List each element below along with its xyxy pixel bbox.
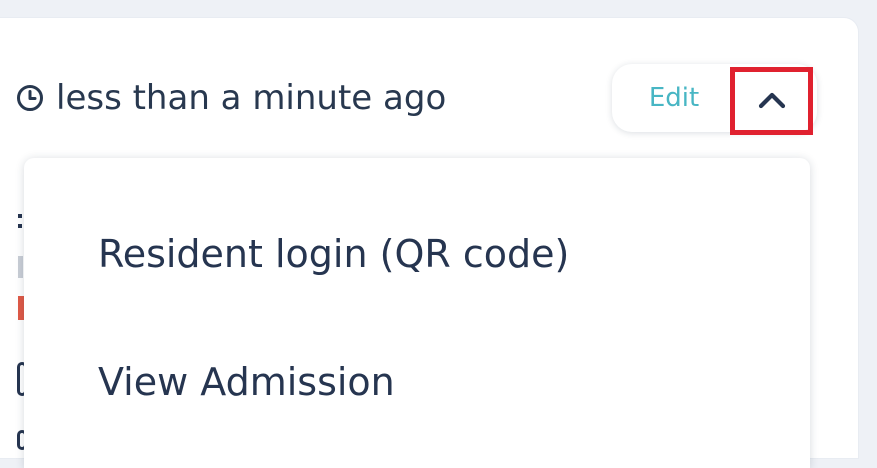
actions-dropdown: Resident login (QR code) View Admission [24,158,810,468]
card-actions: Edit [612,64,817,135]
menu-item-view-admission[interactable]: View Admission [98,360,395,404]
background-text-fragment [18,256,23,278]
collapse-menu-button[interactable] [730,67,813,135]
timestamp-text: less than a minute ago [56,78,447,118]
clock-icon [16,84,44,112]
background-text-fragment [18,224,22,228]
background-control-fragment [17,362,24,396]
background-text-fragment [18,214,22,218]
chevron-up-icon [757,90,787,113]
menu-item-resident-login[interactable]: Resident login (QR code) [98,232,569,276]
background-control-fragment [17,430,24,450]
background-content [0,210,24,450]
edit-button[interactable]: Edit [626,78,722,118]
last-updated: less than a minute ago [16,76,446,120]
